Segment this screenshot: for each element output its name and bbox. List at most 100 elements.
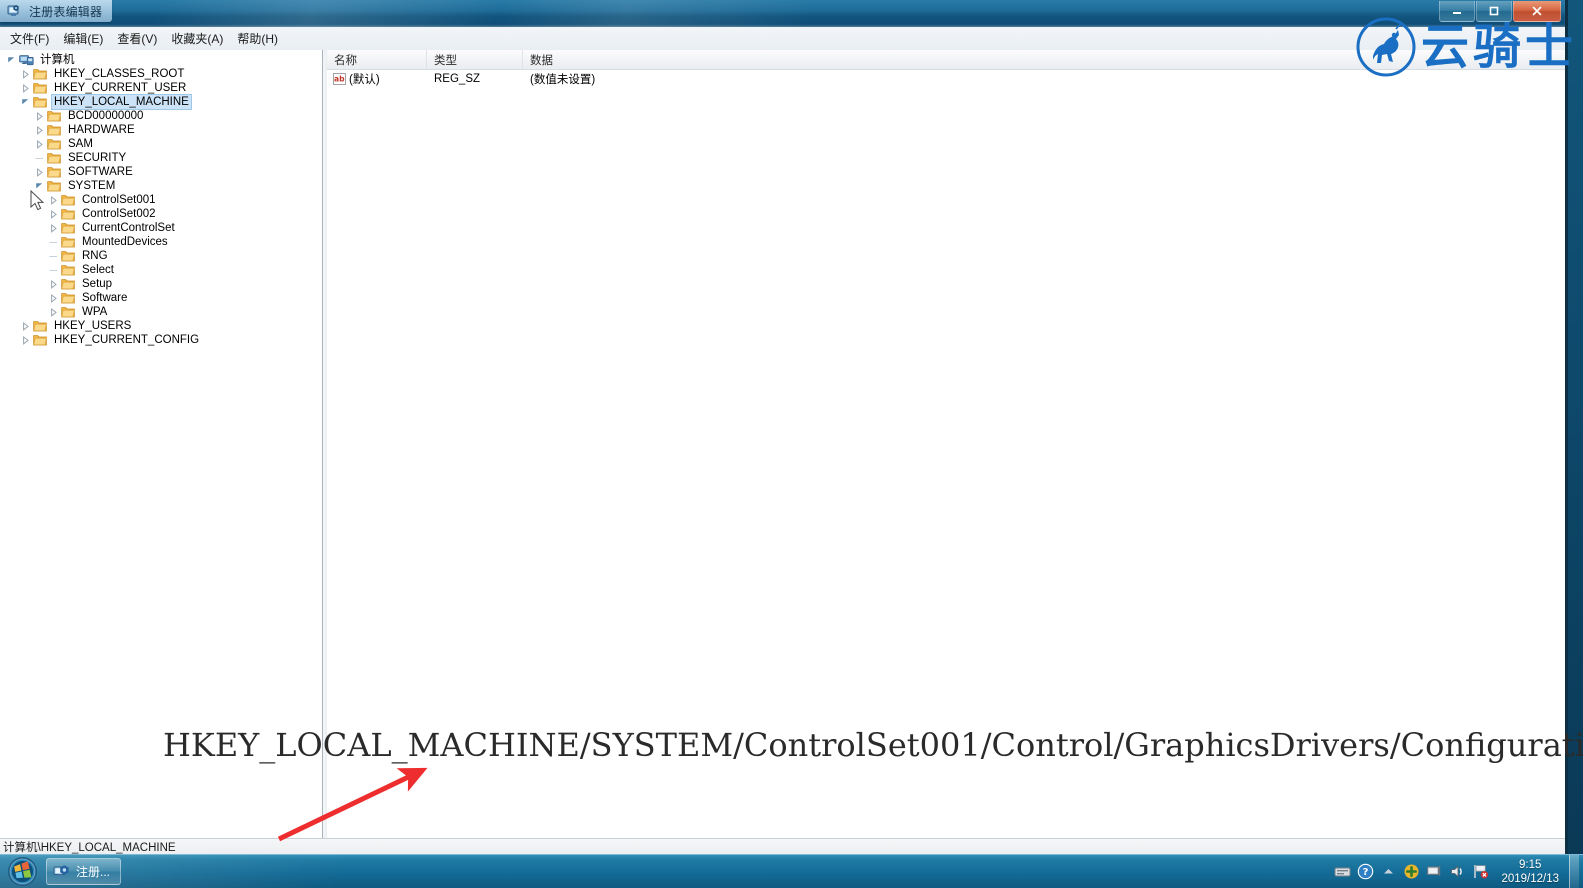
tree-node-label: HARDWARE	[68, 124, 135, 136]
tree-node[interactable]: BCD00000000	[0, 109, 322, 123]
chevron-right-icon[interactable]	[32, 109, 47, 123]
tree-node[interactable]: SYSTEM	[0, 179, 322, 193]
column-header-data[interactable]: 数据	[523, 50, 1565, 69]
chevron-right-icon[interactable]	[46, 291, 61, 305]
tree-node-label: MountedDevices	[82, 236, 168, 248]
show-desktop-button[interactable]	[1569, 855, 1579, 888]
taskbar-button-regedit[interactable]: 注册...	[46, 858, 122, 885]
tree-node[interactable]: WPA	[0, 305, 322, 319]
maximize-button[interactable]	[1476, 1, 1512, 22]
status-bar-path: 计算机\HKEY_LOCAL_MACHINE	[3, 842, 176, 854]
folder-icon	[61, 277, 76, 291]
tree-node[interactable]: MountedDevices	[0, 235, 322, 249]
tree-node[interactable]: Select	[0, 263, 322, 277]
folder-icon	[33, 81, 48, 95]
chevron-down-icon[interactable]	[18, 95, 33, 109]
registry-tree-pane[interactable]: 计算机 HKEY_CLASSES_ROOT HKEY_CURRENT_USER HKE…	[0, 50, 323, 838]
clock-time: 9:15	[1519, 858, 1542, 871]
status-bar: 计算机\HKEY_LOCAL_MACHINE	[0, 838, 1565, 855]
taskbar-button-label: 注册...	[76, 865, 111, 879]
chevron-right-icon[interactable]	[46, 221, 61, 235]
tree-node[interactable]: Setup	[0, 277, 322, 291]
close-button[interactable]	[1513, 1, 1561, 22]
tree-node[interactable]: HKEY_USERS	[0, 319, 322, 333]
chevron-right-icon[interactable]	[32, 165, 47, 179]
chevron-down-icon[interactable]	[4, 53, 19, 67]
tray-icon-group: ?	[1334, 863, 1489, 880]
tree-node-label: Software	[82, 292, 128, 304]
chevron-right-icon[interactable]	[46, 207, 61, 221]
chevron-right-icon[interactable]	[46, 277, 61, 291]
volume-icon[interactable]	[1449, 863, 1466, 880]
string-value-icon: ab	[333, 72, 346, 85]
chevron-right-icon[interactable]	[46, 193, 61, 207]
column-header-type[interactable]: 类型	[427, 50, 523, 69]
chevron-right-icon[interactable]	[46, 305, 61, 319]
value-name-cell: ab (默认)	[327, 71, 427, 87]
folder-icon	[61, 193, 76, 207]
tree-node-label: HKEY_CURRENT_CONFIG	[54, 334, 200, 346]
tree-node[interactable]: HKEY_CLASSES_ROOT	[0, 67, 322, 81]
menu-bar: 文件(F) 编辑(E) 查看(V) 收藏夹(A) 帮助(H)	[0, 27, 1565, 51]
tree-node[interactable]: HARDWARE	[0, 123, 322, 137]
chevron-right-icon[interactable]	[18, 319, 33, 333]
column-header-name[interactable]: 名称	[327, 50, 427, 69]
svg-text:ab: ab	[334, 74, 345, 83]
tree-node-label: HKEY_CURRENT_USER	[54, 82, 187, 94]
keyboard-layout-icon[interactable]	[1334, 863, 1351, 880]
tree-node[interactable]: HKEY_CURRENT_USER	[0, 81, 322, 95]
start-button[interactable]	[2, 856, 42, 887]
tree-node-label: SECURITY	[68, 152, 127, 164]
folder-icon	[61, 249, 76, 263]
tree-node[interactable]: 计算机	[0, 53, 322, 67]
value-type-cell: REG_SZ	[434, 72, 481, 85]
screen: 注册表编辑器 文件(F) 编辑(E) 查看(V) 收藏夹(A) 帮助(H) 计算…	[0, 0, 1583, 888]
menu-file[interactable]: 文件(F)	[3, 27, 56, 50]
action-center-help-icon[interactable]: ?	[1357, 863, 1374, 880]
network-icon[interactable]	[1426, 863, 1443, 880]
tree-node[interactable]: ControlSet002	[0, 207, 322, 221]
folder-icon	[61, 305, 76, 319]
chevron-right-icon[interactable]	[18, 81, 33, 95]
tree-node[interactable]: HKEY_LOCAL_MACHINE	[0, 94, 322, 110]
tree-node[interactable]: SOFTWARE	[0, 165, 322, 179]
registry-editor-icon	[7, 3, 23, 19]
registry-values-pane[interactable]: 名称 类型 数据 ab (默认) REG_SZ (数值未设置)	[327, 50, 1565, 838]
tree-node[interactable]: Software	[0, 291, 322, 305]
registry-editor-icon	[53, 863, 71, 881]
table-row[interactable]: ab (默认) REG_SZ (数值未设置)	[327, 70, 1565, 87]
chevron-down-icon[interactable]	[32, 179, 47, 193]
client-area: 计算机 HKEY_CLASSES_ROOT HKEY_CURRENT_USER HKE…	[0, 50, 1565, 838]
tree-node[interactable]: SECURITY	[0, 151, 322, 165]
folder-icon	[61, 291, 76, 305]
taskbar: 注册... ? 9:15 2019/12/13	[0, 854, 1583, 888]
tree-node[interactable]: HKEY_CURRENT_CONFIG	[0, 333, 322, 347]
menu-favorites[interactable]: 收藏夹(A)	[164, 27, 230, 50]
chevron-right-icon[interactable]	[18, 333, 33, 347]
chevron-right-icon[interactable]	[18, 67, 33, 81]
title-bar[interactable]: 注册表编辑器	[0, 0, 1565, 28]
value-name-text: (默认)	[349, 73, 380, 86]
system-tray: ? 9:15 2019/12/13	[1334, 855, 1583, 888]
menu-view[interactable]: 查看(V)	[110, 27, 164, 50]
antivirus-shield-icon[interactable]	[1403, 863, 1420, 880]
tree-node[interactable]: CurrentControlSet	[0, 221, 322, 235]
tree-node-label: SOFTWARE	[68, 166, 133, 178]
chevron-right-icon[interactable]	[32, 137, 47, 151]
show-hidden-icons-icon[interactable]	[1380, 863, 1397, 880]
tree-node[interactable]: ControlSet001	[0, 193, 322, 207]
tree-node[interactable]: SAM	[0, 137, 322, 151]
folder-icon	[47, 109, 62, 123]
minimize-button[interactable]	[1439, 1, 1475, 22]
menu-edit[interactable]: 编辑(E)	[56, 27, 110, 50]
flag-warning-icon[interactable]	[1472, 863, 1489, 880]
chevron-right-icon[interactable]	[32, 123, 47, 137]
tree-line-icon	[46, 235, 61, 249]
tree-node-label: SYSTEM	[68, 180, 116, 192]
tree-node[interactable]: RNG	[0, 249, 322, 263]
window-controls	[1438, 1, 1561, 22]
clock[interactable]: 9:15 2019/12/13	[1497, 858, 1567, 886]
tree-node-label: CurrentControlSet	[82, 222, 175, 234]
menu-help[interactable]: 帮助(H)	[230, 27, 285, 50]
tree-line-icon	[46, 249, 61, 263]
